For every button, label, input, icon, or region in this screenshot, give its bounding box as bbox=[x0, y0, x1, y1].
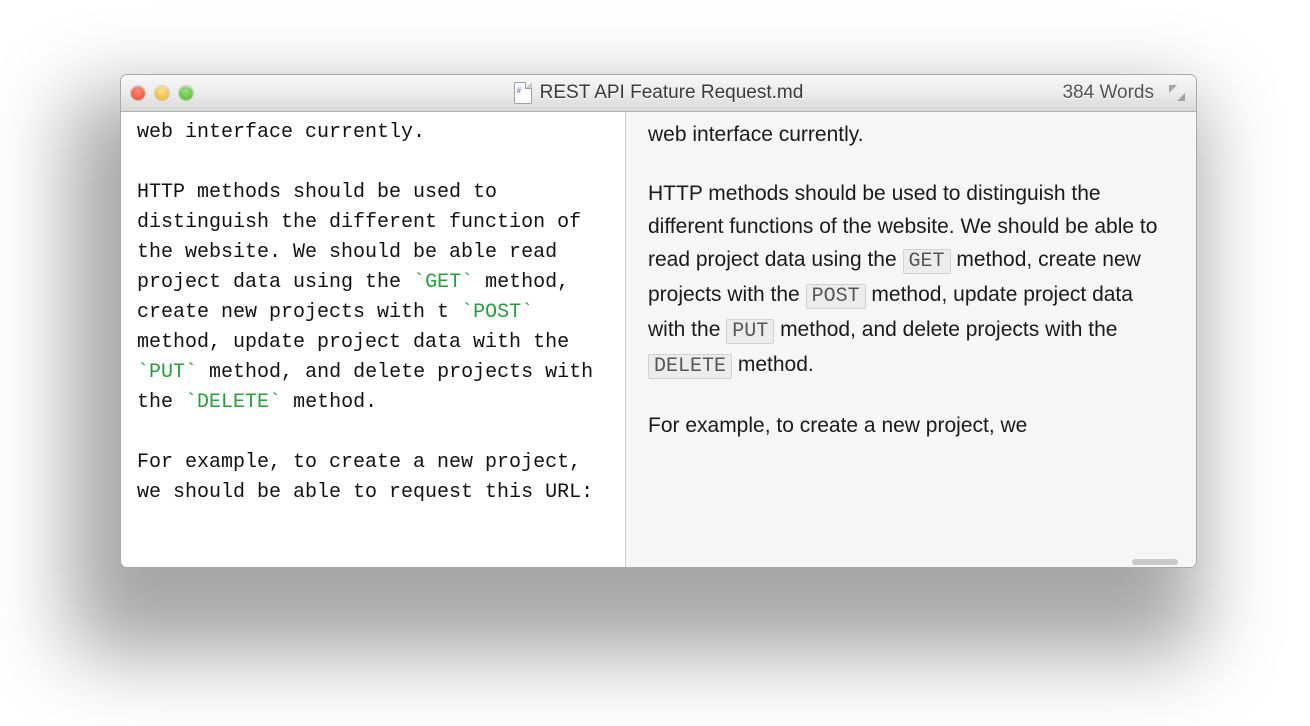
backtick-icon: ` bbox=[413, 271, 425, 294]
preview-text: web interface currently. bbox=[648, 123, 864, 146]
backtick-icon: ` bbox=[185, 361, 197, 384]
horizontal-scroll-thumb[interactable] bbox=[1132, 559, 1178, 565]
content-area: web interface currently. HTTP methods sh… bbox=[121, 112, 1196, 567]
code-keyword-get: GET bbox=[425, 271, 461, 294]
markdown-file-icon: # bbox=[514, 82, 532, 104]
code-keyword-post: POST bbox=[806, 284, 866, 309]
preview-text: For example, to create a new project, we bbox=[648, 414, 1027, 437]
window-title: REST API Feature Request.md bbox=[540, 82, 804, 104]
editor-text: method. bbox=[281, 391, 377, 414]
code-keyword-delete: DELETE bbox=[648, 354, 732, 379]
code-keyword-post: POST bbox=[473, 301, 521, 324]
zoom-button[interactable] bbox=[179, 86, 193, 100]
titlebar-right: 384 Words bbox=[1062, 82, 1196, 104]
backtick-icon: ` bbox=[521, 301, 533, 324]
preview-paragraph: HTTP methods should be used to distingui… bbox=[648, 177, 1174, 383]
backtick-icon: ` bbox=[137, 361, 149, 384]
close-button[interactable] bbox=[131, 86, 145, 100]
fullscreen-icon[interactable] bbox=[1168, 84, 1186, 102]
stage: # REST API Feature Request.md 384 Words … bbox=[0, 0, 1310, 726]
preview-pane[interactable]: web interface currently. HTTP methods sh… bbox=[626, 112, 1196, 567]
backtick-icon: ` bbox=[269, 391, 281, 414]
title-center: # REST API Feature Request.md bbox=[121, 82, 1196, 104]
code-keyword-put: PUT bbox=[149, 361, 185, 384]
editor-text: For example, to create a new project, we… bbox=[137, 451, 593, 504]
editor-pane[interactable]: web interface currently. HTTP methods sh… bbox=[121, 112, 626, 567]
code-keyword-put: PUT bbox=[726, 319, 774, 344]
code-keyword-delete: DELETE bbox=[197, 391, 269, 414]
code-keyword-get: GET bbox=[903, 249, 951, 274]
word-count-label: 384 Words bbox=[1062, 82, 1154, 104]
preview-paragraph: web interface currently. bbox=[648, 118, 1174, 151]
backtick-icon: ` bbox=[461, 271, 473, 294]
backtick-icon: ` bbox=[185, 391, 197, 414]
titlebar[interactable]: # REST API Feature Request.md 384 Words bbox=[121, 75, 1196, 112]
preview-text: method. bbox=[732, 353, 814, 376]
minimize-button[interactable] bbox=[155, 86, 169, 100]
app-window: # REST API Feature Request.md 384 Words … bbox=[120, 74, 1197, 568]
traffic-lights bbox=[121, 86, 193, 100]
editor-text: web interface currently. bbox=[137, 121, 425, 144]
preview-paragraph: For example, to create a new project, we bbox=[648, 409, 1174, 442]
backtick-icon: ` bbox=[461, 301, 473, 324]
preview-text: method, and delete projects with the bbox=[774, 318, 1117, 341]
